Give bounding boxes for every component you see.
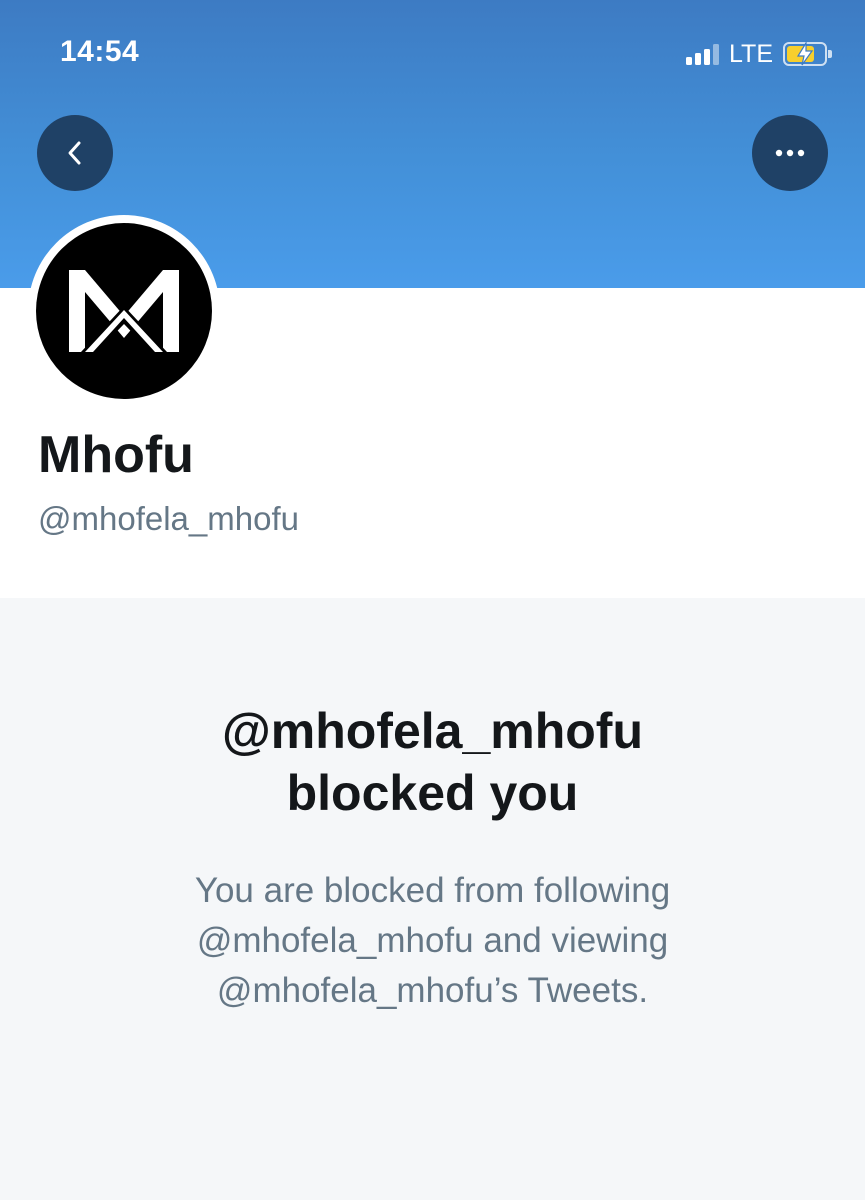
back-button[interactable] xyxy=(37,115,113,191)
blocked-description-line: @mhofela_mhofu’s Tweets. xyxy=(216,971,649,1010)
blocked-description-line: @mhofela_mhofu and viewing xyxy=(196,921,669,960)
status-bar: 14:54 LTE xyxy=(0,0,865,100)
network-type: LTE xyxy=(729,39,773,68)
status-time: 14:54 xyxy=(60,35,140,68)
status-indicators: LTE xyxy=(686,39,832,68)
blocked-title-text: blocked you xyxy=(286,765,579,821)
battery-icon xyxy=(783,42,832,66)
blocked-description: You are blocked from following @mhofela_… xyxy=(100,866,765,1016)
charging-bolt-icon xyxy=(796,42,814,66)
blocked-title-handle: @mhofela_mhofu xyxy=(222,703,643,759)
mhofu-logo xyxy=(69,270,179,352)
avatar[interactable] xyxy=(28,215,220,407)
blocked-description-line: You are blocked from following xyxy=(194,871,671,910)
more-options-button[interactable] xyxy=(752,115,828,191)
user-handle: @mhofela_mhofu xyxy=(38,500,299,537)
more-horizontal-icon xyxy=(775,149,805,157)
chevron-left-icon xyxy=(68,141,81,165)
blocked-title: @mhofela_mhofu blocked you xyxy=(0,700,865,824)
display-name: Mhofu xyxy=(38,426,194,484)
cellular-signal-icon xyxy=(686,43,719,65)
